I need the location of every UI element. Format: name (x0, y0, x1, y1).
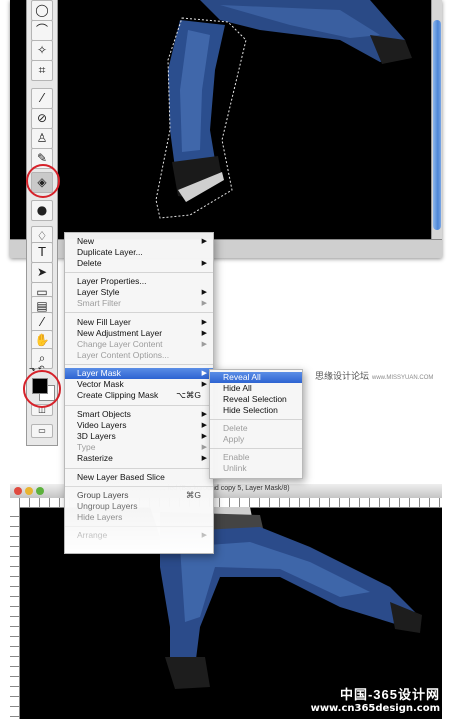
menu-item-vector-mask[interactable]: Vector Mask ▶ (65, 379, 213, 390)
watermark-url-text: www.MISSYUAN.COM (372, 375, 434, 381)
shortcut-label: ⌥⌘G (176, 390, 201, 400)
menu-separator (65, 312, 213, 313)
shortcut-label: ⌘G (185, 490, 201, 500)
menu-item-3d-layers[interactable]: 3D Layers ▶ (65, 431, 213, 442)
menu-item-group-layers[interactable]: Group Layers ⌘G (65, 490, 213, 501)
menu-item-layer-style[interactable]: Layer Style ▶ (65, 287, 213, 298)
menu-item-new[interactable]: New ▶ (65, 236, 213, 247)
submenu-item-enable: Enable (223, 452, 250, 462)
swap-colors-icon[interactable]: ⬎ ↶ (29, 364, 45, 373)
canvas-window-top (10, 0, 442, 258)
submenu-item-reveal-all[interactable]: Reveal All (210, 372, 302, 383)
menu-item-duplicate-layer[interactable]: Duplicate Layer... (65, 247, 213, 258)
submenu-item-delete: Delete (223, 423, 248, 433)
submenu-item-hide-selection[interactable]: Hide Selection (210, 405, 302, 416)
lasso-icon[interactable]: ⌒ (31, 20, 53, 41)
screen-mode-icon[interactable]: ▭ (31, 424, 53, 438)
close-window-icon[interactable] (14, 487, 22, 495)
toolbox-panel: ◯ ⌒ ✧ ⌗ ⁄ ⊘ ♙ ✎ ◈ ● ♢ T ➤ ▭ ▤ ⁄ ✋ ⌕ ⬎ ↶ … (26, 0, 58, 446)
path-select-icon[interactable]: ➤ (31, 262, 53, 283)
magic-wand-icon[interactable]: ✧ (31, 40, 53, 61)
menu-item-ungroup-layers[interactable]: Ungroup Layers (65, 501, 213, 512)
zoom-window-icon[interactable] (36, 487, 44, 495)
menu-item-video-layers[interactable]: Video Layers ▶ (65, 420, 213, 431)
menu-separator (65, 486, 213, 487)
menu-separator (65, 526, 213, 527)
type-icon[interactable]: T (31, 242, 53, 263)
watermark-chinese-text: 思缘设计论坛 (315, 371, 370, 381)
crop-icon[interactable]: ⌗ (31, 60, 53, 81)
history-brush-icon[interactable]: ✎ (31, 148, 53, 169)
marquee-icon[interactable]: ◯ (31, 0, 53, 21)
menu-item-hide-layers[interactable]: Hide Layers (65, 512, 213, 523)
eyedropper-icon[interactable]: ⁄ (31, 88, 53, 109)
menu-separator (210, 448, 302, 449)
menu-item-arrange[interactable]: Arrange ▶ (65, 530, 213, 541)
healing-brush-icon[interactable]: ⊘ (31, 108, 53, 129)
clone-stamp-icon[interactable]: ♙ (31, 128, 53, 149)
menu-separator (65, 364, 213, 365)
menu-item-new-adjustment-layer[interactable]: New Adjustment Layer ▶ (65, 328, 213, 339)
watermark-url-text: www.cn365design.com (310, 703, 440, 714)
menu-item-change-layer-content: Change Layer Content ▶ (77, 339, 207, 349)
menu-separator (65, 405, 213, 406)
submenu-item-unlink: Unlink (223, 463, 247, 473)
menu-item-rasterize[interactable]: Rasterize ▶ (65, 453, 213, 464)
menu-item-delete[interactable]: Delete ▶ (65, 258, 213, 269)
menu-item-layer-content-options: Layer Content Options... (77, 350, 170, 360)
menu-item-layer-properties[interactable]: Layer Properties... (65, 276, 213, 287)
menu-item-type: Type ▶ (77, 442, 207, 452)
watermark-chinese-text: 中国-365设计网 (339, 687, 440, 702)
layer-context-menu: New ▶ Duplicate Layer... Delete ▶ Layer Pr… (64, 232, 214, 554)
menu-item-create-clipping-mask[interactable]: Create Clipping Mask ⌥⌘G (65, 390, 213, 401)
jeans-leg-image (155, 0, 412, 219)
menu-separator (65, 272, 213, 273)
menu-separator (65, 468, 213, 469)
bottom-watermark: 中国-365设计网 www.cn365design.com (311, 684, 440, 714)
menu-item-new-layer-based-slice[interactable]: New Layer Based Slice (65, 472, 213, 483)
menu-separator (210, 419, 302, 420)
menu-item-smart-objects[interactable]: Smart Objects ▶ (65, 409, 213, 420)
minimize-window-icon[interactable] (25, 487, 33, 495)
quick-mask-icon[interactable]: ◫ (31, 404, 53, 416)
submenu-item-reveal-selection[interactable]: Reveal Selection (210, 394, 302, 405)
menu-item-smart-filter: Smart Filter ▶ (77, 298, 207, 308)
foreground-color-swatch[interactable] (32, 378, 48, 394)
submenu-item-hide-all[interactable]: Hide All (210, 383, 302, 394)
blur-icon[interactable]: ● (31, 200, 53, 221)
menu-item-new-fill-layer[interactable]: New Fill Layer ▶ (65, 317, 213, 328)
menu-item-layer-mask[interactable]: Layer Mask ▶ (65, 368, 213, 379)
submenu-item-apply: Apply (223, 434, 245, 444)
layer-mask-submenu: Reveal All Hide All Reveal Selection Hid… (209, 369, 303, 479)
top-watermark: 思缘设计论坛 www.MISSYUAN.COM (315, 369, 433, 382)
paint-bucket-icon[interactable]: ◈ (31, 172, 53, 193)
